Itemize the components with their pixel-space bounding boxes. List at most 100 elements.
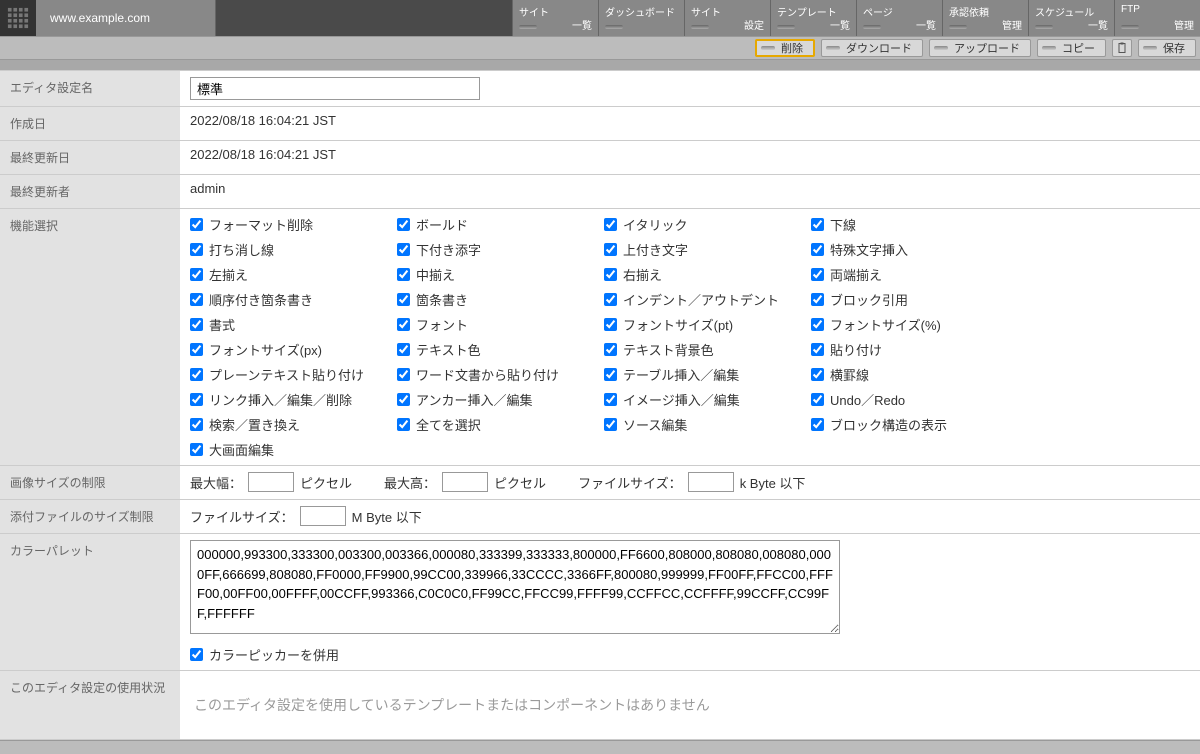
feature-checkbox[interactable] [604,343,617,356]
nav-tab-4[interactable]: ページ一覧 [856,0,942,36]
feature-item: フォントサイズ(px) [190,340,389,359]
nav-tab-line2: 設定 [744,17,764,32]
feature-checkbox[interactable] [190,243,203,256]
feature-checkbox[interactable] [811,243,824,256]
feature-checkbox[interactable] [604,368,617,381]
feature-checkbox[interactable] [811,393,824,406]
nav-tab-3[interactable]: テンプレート一覧 [770,0,856,36]
img-filesize-input[interactable] [688,472,734,492]
updater-label: 最終更新者 [0,175,180,209]
nav-tab-bar-icon [519,25,537,29]
feature-item: 両端揃え [811,265,1010,284]
updated-value: 2022/08/18 16:04:21 JST [180,141,1200,175]
feature-checkbox[interactable] [604,218,617,231]
feature-label: Undo／Redo [830,390,905,409]
feature-checkbox[interactable] [190,218,203,231]
feature-checkbox[interactable] [397,218,410,231]
img-filesize-unit: k Byte 以下 [740,473,806,492]
feature-checkbox[interactable] [190,293,203,306]
feature-label: 打ち消し線 [209,240,274,259]
color-picker-checkbox[interactable] [190,648,203,661]
site-url: www.example.com [36,0,216,36]
feature-checkbox[interactable] [397,418,410,431]
feature-checkbox[interactable] [190,343,203,356]
max-height-input[interactable] [442,472,488,492]
feature-checkbox[interactable] [811,343,824,356]
nav-tab-2[interactable]: サイト設定 [684,0,770,36]
save-label: 保存 [1163,40,1185,56]
feature-label: 検索／置き換え [209,415,300,434]
upload-button[interactable]: アップロード [929,39,1031,57]
feature-checkbox[interactable] [397,393,410,406]
nav-tab-6[interactable]: スケジュール一覧 [1028,0,1114,36]
nav-tab-line2: 一覧 [916,17,936,32]
nav-tab-line1: スケジュール [1035,4,1094,19]
name-input[interactable] [190,77,480,100]
feature-checkbox[interactable] [604,243,617,256]
feature-label: テーブル挿入／編集 [623,365,739,384]
nav-tab-1[interactable]: ダッシュボード [598,0,684,36]
feature-checkbox[interactable] [604,318,617,331]
palette-textarea[interactable] [190,540,840,634]
nav-tab-line2: 一覧 [830,17,850,32]
feature-checkbox[interactable] [604,393,617,406]
feature-checkbox[interactable] [190,268,203,281]
feature-label: フォントサイズ(px) [209,340,322,359]
feature-label: フォント [416,315,468,334]
feature-label: プレーンテキスト貼り付け [209,365,364,384]
feature-item: テキスト背景色 [604,340,803,359]
feature-checkbox[interactable] [811,293,824,306]
feature-checkbox[interactable] [190,418,203,431]
feature-checkbox[interactable] [811,318,824,331]
feature-label: 上付き文字 [623,240,688,259]
feature-item: 下線 [811,215,1010,234]
feature-checkbox[interactable] [604,293,617,306]
feature-checkbox[interactable] [190,368,203,381]
nav-tab-5[interactable]: 承認依頼管理 [942,0,1028,36]
created-value: 2022/08/18 16:04:21 JST [180,107,1200,141]
nav-tab-bar-icon [691,25,709,29]
feature-label: 貼り付け [830,340,882,359]
nav-tab-0[interactable]: サイト一覧 [512,0,598,36]
feature-item: イタリック [604,215,803,234]
feature-checkbox[interactable] [811,268,824,281]
attach-filesize-input[interactable] [300,506,346,526]
feature-item: インデント／アウトデント [604,290,803,309]
nav-tab-line1: テンプレート [777,4,837,19]
nav-tab-7[interactable]: FTP管理 [1114,0,1200,36]
feature-item: 特殊文字挿入 [811,240,1010,259]
feature-checkbox[interactable] [397,343,410,356]
feature-item: 全てを選択 [397,415,596,434]
feature-checkbox[interactable] [604,268,617,281]
feature-checkbox[interactable] [190,393,203,406]
max-width-input[interactable] [248,472,294,492]
feature-checkbox[interactable] [397,318,410,331]
feature-item: 右揃え [604,265,803,284]
nav-tab-bar-icon [605,25,623,29]
feature-checkbox[interactable] [811,218,824,231]
feature-item: イメージ挿入／編集 [604,390,803,409]
feature-item: 打ち消し線 [190,240,389,259]
feature-checkbox[interactable] [397,368,410,381]
upload-label: アップロード [954,40,1020,56]
feature-checkbox[interactable] [190,318,203,331]
download-label: ダウンロード [846,40,912,56]
feature-checkbox[interactable] [397,268,410,281]
copy-button[interactable]: コピー [1037,39,1106,57]
app-logo [0,0,36,36]
save-button[interactable]: 保存 [1138,39,1196,57]
feature-checkbox[interactable] [397,243,410,256]
feature-label: イタリック [623,215,687,234]
feature-checkbox[interactable] [811,368,824,381]
feature-checkbox[interactable] [190,443,203,456]
feature-checkbox[interactable] [604,418,617,431]
feature-label: 箇条書き [416,290,468,309]
nav-tab-bar-icon [863,25,881,29]
download-button[interactable]: ダウンロード [821,39,923,57]
delete-button[interactable]: 削除 [755,39,815,57]
feature-checkbox[interactable] [811,418,824,431]
feature-checkbox[interactable] [397,293,410,306]
feature-item: 貼り付け [811,340,1010,359]
nav-tab-line2: 一覧 [572,17,592,32]
clipboard-button[interactable] [1112,39,1132,57]
